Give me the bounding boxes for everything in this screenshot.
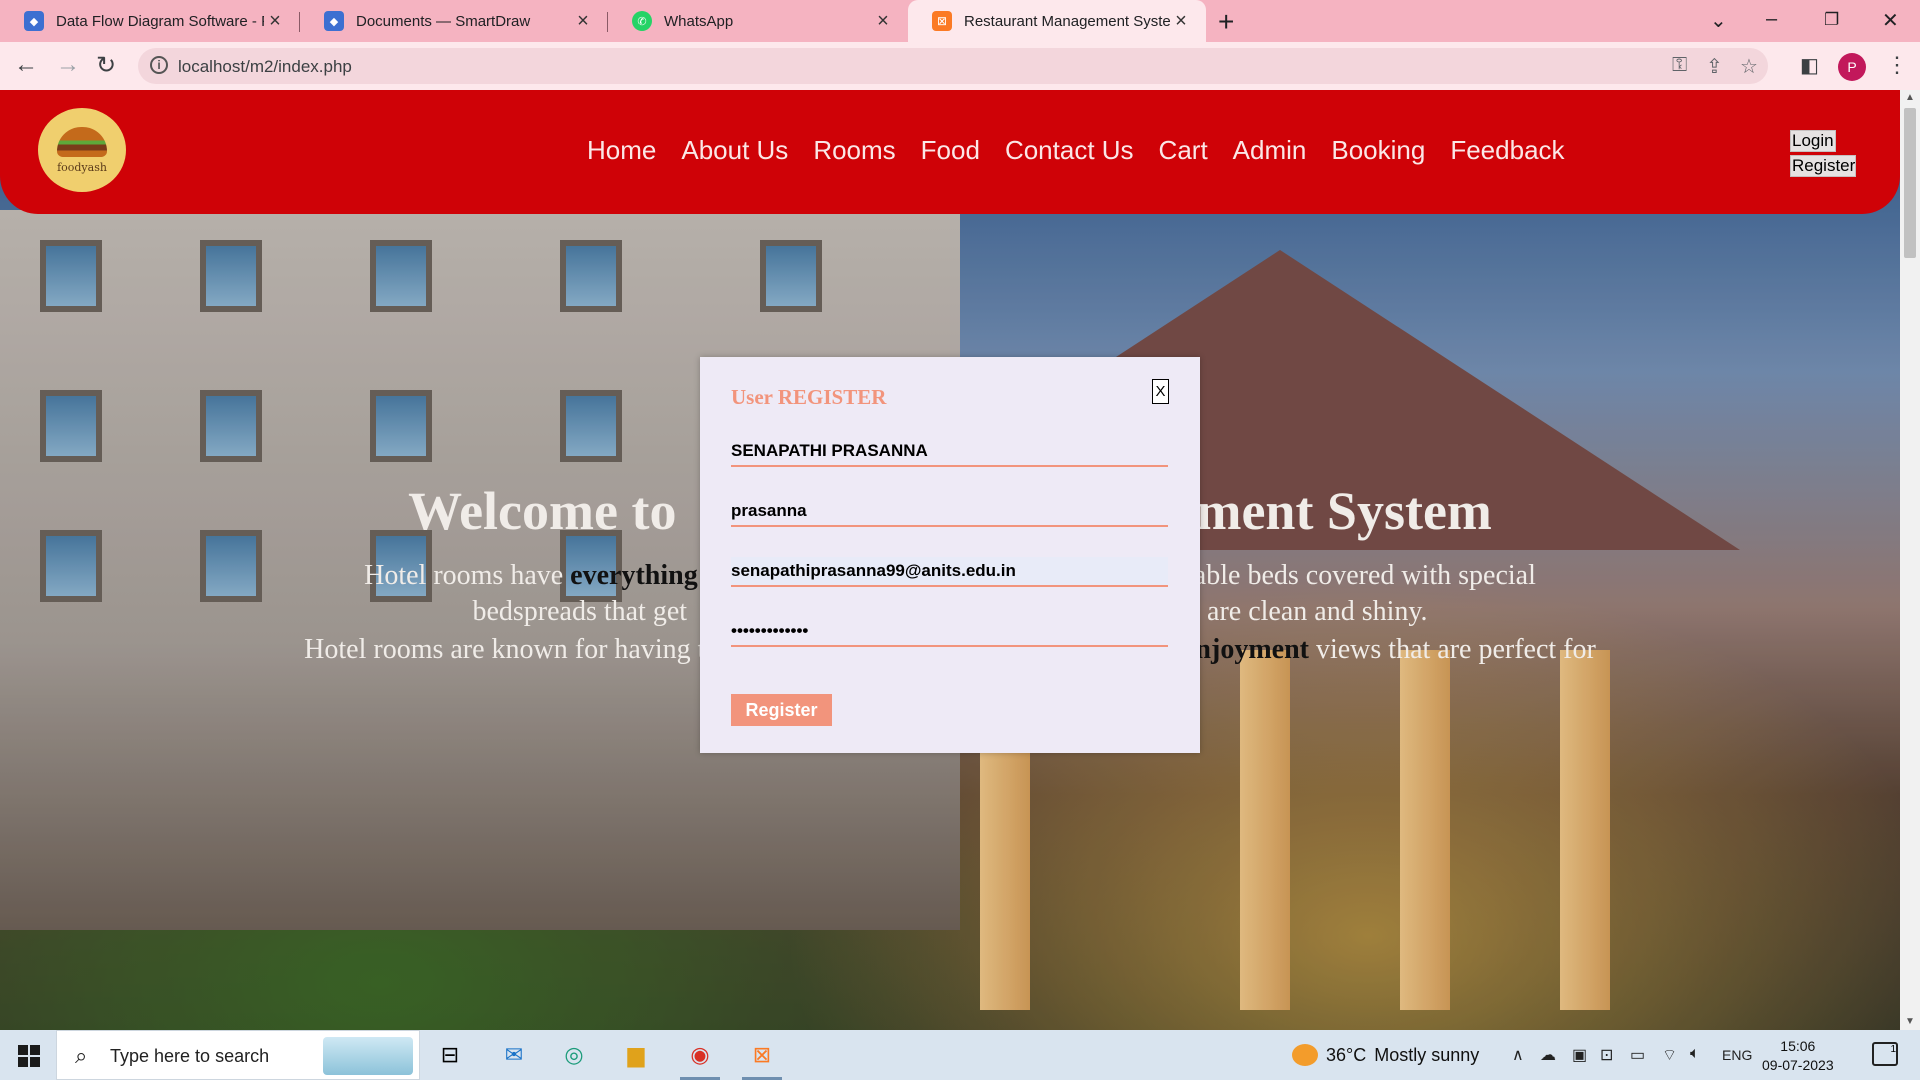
- close-icon[interactable]: ×: [264, 10, 286, 33]
- smartdraw-icon: ◆: [324, 11, 344, 31]
- xampp-icon[interactable]: ⊠: [746, 1039, 778, 1071]
- scroll-down-icon[interactable]: ▼: [1905, 1016, 1915, 1027]
- modal-close-button[interactable]: X: [1152, 379, 1169, 404]
- nav-cart[interactable]: Cart: [1159, 135, 1208, 166]
- nav-about-us[interactable]: About Us: [681, 135, 788, 166]
- weather-sun-icon: [1292, 1044, 1318, 1066]
- close-icon[interactable]: ×: [872, 10, 894, 33]
- reload-icon[interactable]: ↻: [96, 51, 116, 80]
- share-icon[interactable]: ⇪: [1706, 54, 1723, 79]
- smartdraw-icon: ◆: [24, 11, 44, 31]
- key-icon[interactable]: ⚿: [1672, 54, 1687, 77]
- close-window-icon[interactable]: ✕: [1882, 8, 1899, 33]
- browser-tab-strip: ◆ Data Flow Diagram Software - Fr × ◆ Do…: [0, 0, 1920, 42]
- whatsapp-icon: ✆: [632, 11, 652, 31]
- tab-title: Data Flow Diagram Software - Fr: [56, 12, 264, 30]
- hero-title-left: Welcome to: [408, 481, 677, 541]
- clock[interactable]: 15:06 09-07-2023: [1762, 1037, 1834, 1075]
- search-highlight-image: [323, 1037, 413, 1075]
- profile-avatar[interactable]: P: [1838, 53, 1866, 81]
- search-placeholder: Type here to search: [110, 1046, 270, 1066]
- close-icon[interactable]: ×: [572, 10, 594, 33]
- scroll-thumb[interactable]: [1904, 108, 1916, 258]
- nav-booking[interactable]: Booking: [1331, 135, 1425, 166]
- address-bar[interactable]: i localhost/m2/index.php ⚿ ⇪ ☆: [138, 48, 1768, 84]
- wifi-icon[interactable]: ⌔: [1662, 1045, 1677, 1065]
- username-field[interactable]: [731, 497, 1168, 527]
- site-info-icon[interactable]: i: [150, 56, 168, 74]
- bookmark-star-icon[interactable]: ☆: [1740, 54, 1758, 79]
- site-header: foodyash Home About Us Rooms Food Contac…: [0, 90, 1900, 214]
- search-icon: ⌕: [75, 1043, 88, 1068]
- chrome-icon[interactable]: ◉: [684, 1039, 716, 1071]
- tab-documents[interactable]: ◆ Documents — SmartDraw ×: [300, 0, 608, 42]
- name-field[interactable]: [731, 437, 1168, 467]
- nav-food[interactable]: Food: [921, 135, 980, 166]
- nav-admin[interactable]: Admin: [1233, 135, 1307, 166]
- browser-toolbar: ← → ↻ i localhost/m2/index.php ⚿ ⇪ ☆ ◧: [0, 42, 1920, 90]
- windows-taskbar: ⌕ Type here to search ⊟ ✉ ◎ ▆ ◉ ⊠ 36°C M…: [0, 1030, 1920, 1080]
- language-indicator[interactable]: ENG: [1722, 1047, 1752, 1063]
- login-button[interactable]: Login: [1790, 130, 1836, 152]
- main-nav: Home About Us Rooms Food Contact Us Cart…: [587, 135, 1565, 166]
- forward-icon[interactable]: →: [56, 51, 80, 79]
- new-tab-icon[interactable]: +: [1218, 6, 1234, 38]
- menu-icon[interactable]: ⋮: [1886, 52, 1908, 78]
- tab-title: WhatsApp: [664, 12, 734, 30]
- scroll-up-icon[interactable]: ▲: [1905, 92, 1915, 103]
- weather-widget[interactable]: 36°C Mostly sunny: [1292, 1044, 1479, 1066]
- tab-restaurant[interactable]: ⊠ Restaurant Management System ×: [908, 0, 1206, 42]
- auth-buttons: Login Register: [1790, 130, 1856, 177]
- nav-contact-us[interactable]: Contact Us: [1005, 135, 1134, 166]
- email-field[interactable]: [731, 557, 1168, 587]
- register-modal: User REGISTER X Register: [700, 357, 1200, 753]
- clock-date: 09-07-2023: [1762, 1057, 1834, 1073]
- windows-start-icon[interactable]: [18, 1045, 40, 1067]
- page-viewport: Welcome to ment System Hotel rooms have e…: [0, 90, 1920, 1030]
- back-icon[interactable]: ←: [14, 51, 38, 79]
- site-logo[interactable]: foodyash: [38, 108, 126, 192]
- logo-text: foodyash: [57, 160, 107, 174]
- tab-title: Documents — SmartDraw: [356, 12, 531, 30]
- volume-icon[interactable]: 🔈︎: [1690, 1045, 1700, 1063]
- page-scrollbar[interactable]: ▲ ▼: [1900, 90, 1920, 1030]
- tab-title: Restaurant Management System: [964, 12, 1170, 30]
- restore-icon[interactable]: ❐: [1824, 10, 1839, 30]
- burger-icon: [57, 126, 107, 157]
- nav-rooms[interactable]: Rooms: [813, 135, 895, 166]
- close-icon[interactable]: ×: [1170, 10, 1192, 33]
- modal-title: User REGISTER: [731, 385, 887, 409]
- clock-time: 15:06: [1780, 1038, 1816, 1054]
- file-explorer-icon[interactable]: ▆: [620, 1039, 652, 1071]
- chevron-up-icon[interactable]: ∧: [1512, 1045, 1524, 1065]
- tab-whatsapp[interactable]: ✆ WhatsApp ×: [608, 0, 908, 42]
- mail-icon[interactable]: ✉: [498, 1039, 530, 1071]
- tab-search-icon[interactable]: ⌄: [1710, 8, 1727, 33]
- device-icon[interactable]: ▣: [1572, 1045, 1587, 1065]
- nav-home[interactable]: Home: [587, 135, 656, 166]
- register-button[interactable]: Register: [1790, 155, 1856, 177]
- submit-register-button[interactable]: Register: [731, 694, 832, 726]
- hero-title-right: ment System: [1196, 481, 1492, 541]
- weather-desc: Mostly sunny: [1374, 1044, 1480, 1065]
- side-panel-icon[interactable]: ◧: [1800, 53, 1819, 78]
- taskbar-search[interactable]: ⌕ Type here to search: [56, 1030, 420, 1080]
- cloud-icon[interactable]: ☁: [1540, 1045, 1556, 1065]
- tab-data-flow[interactable]: ◆ Data Flow Diagram Software - Fr ×: [0, 0, 300, 42]
- edge-icon[interactable]: ◎: [558, 1039, 590, 1071]
- xampp-icon: ⊠: [932, 11, 952, 31]
- battery-icon[interactable]: ▭: [1630, 1045, 1645, 1065]
- display-icon[interactable]: ⊡: [1600, 1045, 1613, 1065]
- nav-feedback[interactable]: Feedback: [1450, 135, 1564, 166]
- url-text[interactable]: localhost/m2/index.php: [178, 57, 352, 77]
- task-view-icon[interactable]: ⊟: [434, 1039, 466, 1071]
- password-field[interactable]: [731, 617, 1168, 647]
- weather-temp: 36°C: [1326, 1044, 1367, 1065]
- notification-icon[interactable]: 1: [1872, 1042, 1898, 1066]
- minimize-icon[interactable]: –: [1766, 8, 1777, 31]
